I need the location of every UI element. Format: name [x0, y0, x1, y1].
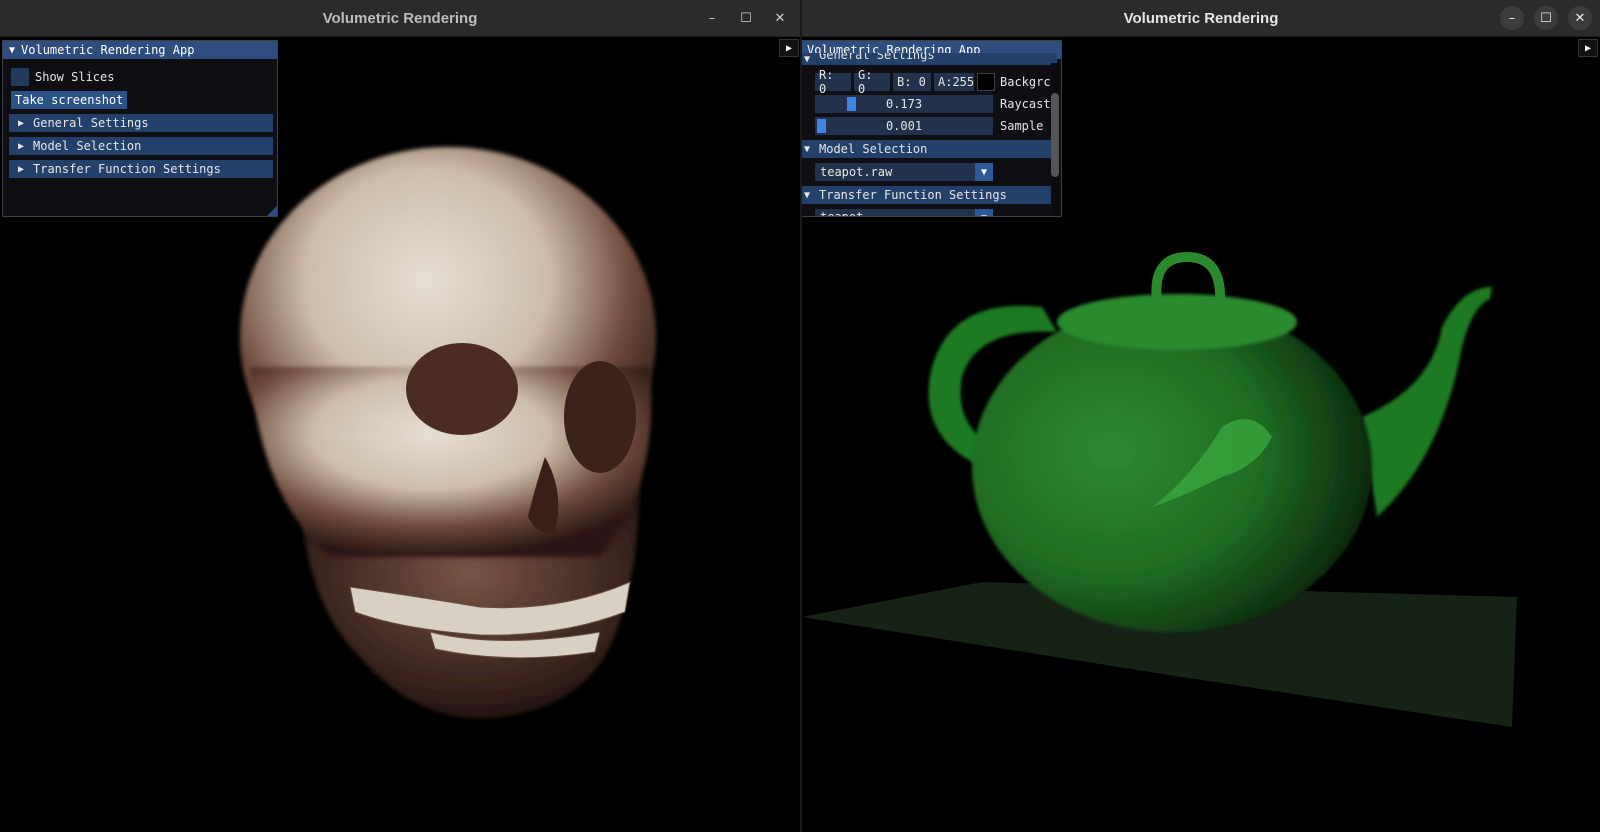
model-select[interactable]: teapot.raw ▼: [815, 163, 993, 181]
bg-green-field[interactable]: G: 0: [854, 68, 890, 96]
panel-header[interactable]: ▼ Volumetric Rendering App: [3, 41, 277, 59]
section-transfer-function[interactable]: ▶ Transfer Function Settings: [9, 160, 273, 178]
minimize-button[interactable]: –: [1500, 6, 1524, 30]
raycast-slider[interactable]: 0.173: [815, 95, 993, 113]
expand-arrow-icon: ▶: [17, 163, 25, 175]
sample-slider[interactable]: 0.001: [815, 117, 993, 135]
section-label: Transfer Function Settings: [33, 162, 221, 176]
close-button[interactable]: ✕: [768, 6, 792, 30]
dropdown-arrow-icon[interactable]: ▼: [975, 163, 993, 181]
section-model-selection[interactable]: ▶ Model Selection: [9, 137, 273, 155]
expand-arrow-icon: ▶: [17, 117, 25, 129]
panel-scrollbar[interactable]: [1051, 63, 1059, 214]
section-label: Model Selection: [819, 142, 928, 156]
close-button[interactable]: ✕: [1568, 6, 1592, 30]
right-window: Volumetric Rendering – ☐ ✕ Volumetric Re…: [802, 0, 1600, 832]
sample-label: Sample: [1000, 119, 1044, 133]
section-label: General Settings: [33, 116, 149, 130]
bg-alpha-field[interactable]: A:255: [934, 73, 974, 91]
section-general-settings[interactable]: ▼ General Settings: [802, 53, 1057, 65]
show-slices-checkbox[interactable]: [11, 68, 29, 86]
maximize-button[interactable]: ☐: [734, 6, 758, 30]
expand-arrow-icon: ▶: [17, 140, 25, 152]
settings-panel: ▼ Volumetric Rendering App Show Slices T…: [2, 40, 278, 217]
slider-grab[interactable]: [817, 119, 826, 133]
window-title: Volumetric Rendering: [322, 9, 478, 27]
bg-red-field[interactable]: R: 0: [815, 68, 851, 96]
resize-grip[interactable]: [267, 206, 277, 216]
bg-blue-field[interactable]: B: 0: [893, 73, 931, 91]
raycast-value: 0.173: [885, 97, 923, 111]
transfer-function-value: teapot: [820, 210, 863, 217]
left-title-bar[interactable]: Volumetric Rendering – ☐ ✕: [0, 0, 800, 37]
background-label: Backgrc: [1000, 75, 1051, 89]
dropdown-arrow-icon[interactable]: ▼: [975, 209, 993, 216]
right-title-bar[interactable]: Volumetric Rendering – ☐ ✕: [802, 0, 1600, 37]
expand-arrow-icon: ▼: [803, 189, 811, 201]
expand-arrow-icon: ▼: [803, 143, 811, 155]
maximize-button[interactable]: ☐: [1534, 6, 1558, 30]
model-value: teapot.raw: [820, 165, 893, 179]
section-general-settings[interactable]: ▶ General Settings: [9, 114, 273, 132]
collapse-arrow-icon[interactable]: ▼: [9, 45, 15, 56]
settings-panel: ▼ Volumetric Rendering App ▼ General Set…: [802, 40, 1062, 217]
panel-title: Volumetric Rendering App: [21, 43, 195, 57]
section-label: General Settings: [819, 53, 935, 62]
left-window: Volumetric Rendering – ☐ ✕ ▼ Volumetric …: [0, 0, 800, 832]
sample-value: 0.001: [885, 119, 923, 133]
raycast-label: Raycast: [1000, 97, 1051, 111]
slider-grab[interactable]: [847, 97, 856, 111]
transfer-function-select[interactable]: teapot ▼: [815, 209, 993, 216]
teapot-render-viewport[interactable]: ▼ Volumetric Rendering App ▼ General Set…: [802, 37, 1600, 832]
expand-arrow-icon: ▼: [803, 53, 811, 65]
window-title: Volumetric Rendering: [1123, 9, 1279, 27]
take-screenshot-button[interactable]: Take screenshot: [11, 91, 128, 109]
collapsed-window-arrow-icon[interactable]: ▶: [1578, 39, 1598, 57]
section-transfer-function[interactable]: ▼ Transfer Function Settings: [802, 186, 1057, 204]
show-slices-label: Show Slices: [35, 70, 115, 84]
scrollbar-thumb[interactable]: [1051, 93, 1059, 177]
minimize-button[interactable]: –: [700, 6, 724, 30]
bg-color-swatch[interactable]: [977, 73, 995, 91]
section-label: Model Selection: [33, 139, 142, 153]
section-model-selection[interactable]: ▼ Model Selection: [802, 140, 1057, 158]
collapsed-window-arrow-icon[interactable]: ▶: [779, 39, 799, 57]
skull-render-viewport[interactable]: ▼ Volumetric Rendering App Show Slices T…: [0, 37, 800, 832]
section-label: Transfer Function Settings: [819, 188, 1007, 202]
